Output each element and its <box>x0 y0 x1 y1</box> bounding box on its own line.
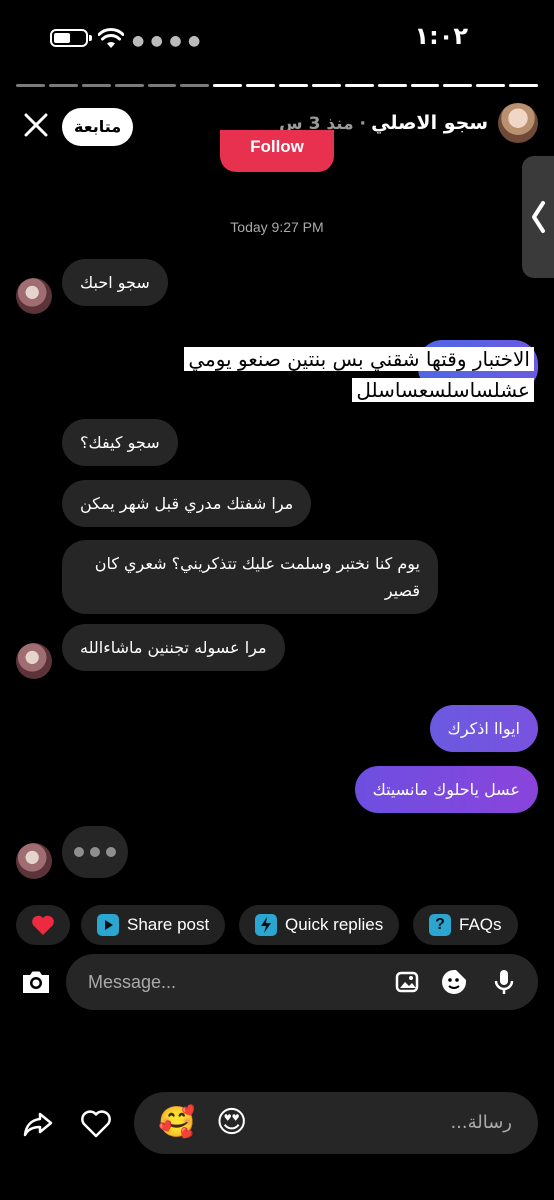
message-bubble-outgoing[interactable]: عسل ياحلوك مانسيتك <box>354 766 538 813</box>
typing-indicator <box>62 826 128 878</box>
side-panel-tab[interactable] <box>522 156 554 278</box>
story-progress-segment <box>279 84 308 87</box>
typing-dot <box>106 847 116 857</box>
chat-timestamp: Today 9:27 PM <box>230 219 324 235</box>
sender-avatar[interactable] <box>16 643 52 679</box>
story-progress-segment <box>81 84 111 87</box>
faqs-chip[interactable]: ? FAQs <box>413 905 518 945</box>
share-post-label: Share post <box>127 915 210 934</box>
wifi-icon <box>98 28 124 48</box>
message-bubble[interactable]: مرا شفتك مدري قبل شهر يمكن <box>62 480 312 527</box>
share-icon[interactable] <box>22 1108 54 1140</box>
overlay-caption-text: الاختبار وقتها شقني بس بنتين صنعو يومي ع… <box>184 347 534 402</box>
heart-icon <box>32 915 54 935</box>
story-progress-segment <box>311 84 341 87</box>
message-bubble-outgoing[interactable]: ايواا اذكرك <box>429 705 538 752</box>
story-reply-field[interactable]: 🥰 😍 رسالة... <box>134 1092 538 1154</box>
smiling-hearts-emoji[interactable]: 🥰 <box>158 1105 195 1141</box>
story-progress-segment <box>443 84 473 87</box>
story-progress-segment <box>114 84 144 87</box>
story-progress-segment <box>476 84 506 87</box>
story-progress-segment <box>377 84 407 87</box>
quick-replies-chip[interactable]: Quick replies <box>239 905 400 945</box>
heart-eyes-emoji[interactable]: 😍 <box>216 1105 247 1141</box>
profile-name: سجو الاصلي <box>371 112 488 134</box>
story-progress-segment <box>246 84 275 87</box>
profile-avatar[interactable] <box>498 103 538 143</box>
signal-dots-icon: ● ● ● ● <box>132 33 202 49</box>
status-bar: ● ● ● ● ١:٠٢ <box>0 0 554 72</box>
story-progress-bar <box>16 84 538 87</box>
story-progress-segment <box>410 84 440 87</box>
battery-icon <box>50 29 92 47</box>
message-bubble[interactable]: سجو كيفك؟ <box>62 419 178 466</box>
story-progress-segment <box>180 84 210 87</box>
heart-like-icon[interactable] <box>80 1108 112 1140</box>
follow-button-header[interactable]: متابعة <box>62 108 134 146</box>
message-bubble[interactable]: سجو احبك <box>62 259 168 306</box>
message-input[interactable] <box>88 968 378 996</box>
overlay-caption: الاختبار وقتها شقني بس بنتين صنعو يومي ع… <box>176 344 534 406</box>
typing-dot <box>74 847 84 857</box>
lightning-icon <box>255 914 277 936</box>
story-progress-segment <box>509 84 538 87</box>
message-bubble[interactable]: يوم كنا نختبر وسلمت عليك تتذكريني؟ شعري … <box>62 540 438 614</box>
quick-replies-label: Quick replies <box>285 915 384 934</box>
close-icon[interactable] <box>22 111 50 139</box>
camera-icon[interactable] <box>16 962 56 1002</box>
sticker-icon[interactable] <box>440 968 468 996</box>
message-bubble[interactable]: مرا عسوله تجننين ماشاءالله <box>62 624 285 671</box>
sender-avatar[interactable] <box>16 278 52 314</box>
story-progress-segment <box>344 84 374 87</box>
message-composer[interactable] <box>66 954 538 1010</box>
story-progress-segment <box>213 84 243 87</box>
share-post-chip[interactable]: Share post <box>81 905 226 945</box>
play-icon <box>97 914 119 936</box>
story-reply-placeholder: رسالة... <box>450 1112 512 1133</box>
story-progress-segment <box>147 84 177 87</box>
microphone-icon[interactable] <box>490 968 518 996</box>
faqs-label: FAQs <box>459 915 502 934</box>
follow-button[interactable]: Follow <box>220 130 334 172</box>
status-time: ١:٠٢ <box>414 22 468 50</box>
story-progress-segment <box>48 84 78 87</box>
sender-avatar[interactable] <box>16 843 52 879</box>
gallery-icon[interactable] <box>394 968 422 996</box>
question-icon: ? <box>429 914 451 936</box>
heart-reaction-button[interactable] <box>16 905 70 945</box>
story-progress-segment <box>16 84 45 87</box>
typing-dot <box>90 847 100 857</box>
